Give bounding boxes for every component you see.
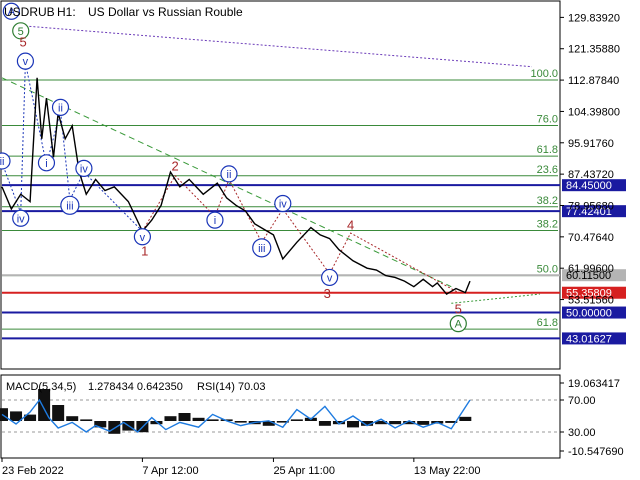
price-tick-label: 121.35880 [568, 44, 620, 56]
fib-label: 50.0 [537, 264, 558, 276]
wave-label: 2 [172, 159, 179, 174]
wave-label: v [327, 272, 333, 284]
fib-label: 38.2 [537, 195, 558, 207]
macd-bar [52, 405, 65, 421]
indicator-tick-label: -10.547690 [568, 446, 624, 458]
price-tick-label: 112.87840 [568, 75, 619, 87]
price-tick-label: 87.43720 [568, 169, 614, 181]
wave-label: 1 [141, 244, 148, 259]
wave-label: 5 [19, 35, 26, 50]
macd-bar [192, 417, 205, 421]
price-tick-label: 70.47640 [568, 232, 614, 244]
wave-label: iii [258, 243, 265, 255]
wave-label: A [455, 319, 463, 331]
chart-header: USDRUB H1: US Dollar vs Russian Rouble [4, 5, 243, 19]
wave-label: 3 [324, 286, 331, 301]
wave-label: i [214, 215, 216, 227]
wave-label: ii [58, 102, 63, 114]
macd-bar [108, 421, 121, 434]
macd-label: MACD(5,34,5) [6, 381, 76, 393]
wave-label: v [23, 56, 29, 68]
wave-label: iv [279, 198, 287, 210]
price-tick-label: 104.39800 [568, 106, 620, 118]
price-tick-label: 78.95680 [568, 200, 614, 212]
indicator-tick-label: 30.00 [568, 427, 596, 439]
symbol-label: USDRUB [4, 5, 55, 19]
macd-bar [318, 421, 331, 426]
wave-label: 5 [455, 302, 462, 317]
macd-bar [66, 416, 79, 421]
macd-bar [347, 421, 359, 428]
macd-bar [80, 419, 93, 421]
level-tag-label: 43.01627 [566, 333, 612, 345]
fib-label: 38.2 [537, 218, 558, 230]
fib-label: 23.6 [537, 164, 558, 176]
time-tick-label: 25 Apr 11:00 [273, 465, 335, 477]
wave-label: v [140, 232, 146, 244]
level-tag-label: 50.00000 [566, 308, 612, 320]
macd-bar [417, 421, 430, 425]
instrument-description: US Dollar vs Russian Rouble [88, 5, 243, 19]
price-tick-label: 129.83920 [568, 12, 620, 24]
macd-bar [290, 419, 303, 421]
macd-bar [459, 416, 472, 421]
macd-bar [234, 421, 247, 423]
fib-label: 61.8 [537, 317, 558, 329]
macd-bar [206, 419, 219, 421]
price-tick-label: 53.51560 [568, 295, 614, 307]
wave-label: iii [66, 200, 73, 212]
time-tick-label: 23 Feb 2022 [2, 465, 64, 477]
chart-canvas: 100.076.061.823.638.238.250.061.8 A55vii… [0, 0, 640, 480]
time-tick-label: 13 May 22:00 [414, 465, 481, 477]
price-tick-label: 95.91760 [568, 138, 614, 150]
macd-bar [178, 413, 191, 421]
timeframe-label: H1: [57, 5, 76, 19]
wave-label: 4 [347, 218, 354, 233]
macd-bar [0, 408, 8, 421]
fib-label: 100.0 [530, 68, 558, 80]
macd-bar [164, 416, 177, 421]
rsi-label: RSI(14) 70.03 [197, 381, 265, 393]
indicator-tick-label: 70.00 [568, 395, 596, 407]
wave-label: i [45, 158, 47, 170]
fib-label: 76.0 [537, 113, 558, 125]
fib-label: 61.8 [537, 144, 558, 156]
indicator-tick-label: 19.063417 [568, 378, 620, 390]
price-tick-label: 61.99600 [568, 263, 614, 275]
wave-label: iv [80, 163, 88, 175]
time-tick-label: 7 Apr 12:00 [142, 465, 198, 477]
level-tag-label: 84.45000 [566, 180, 612, 192]
wave-label: ii [227, 169, 232, 181]
macd-bar [389, 421, 402, 425]
wave-label: ii [0, 156, 4, 168]
wave-label: iv [17, 213, 25, 225]
macd-values: 1.278434 0.642350 [88, 381, 183, 393]
